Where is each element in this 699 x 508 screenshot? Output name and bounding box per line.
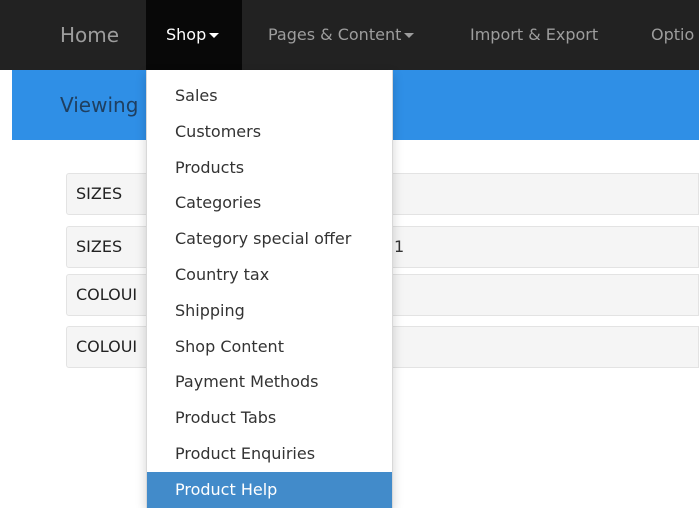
nav-home[interactable]: Home [60, 0, 119, 70]
menu-item-product-help[interactable]: Product Help [147, 471, 392, 508]
row-label: COLOUI [76, 285, 138, 304]
nav-pages-content[interactable]: Pages & Content [268, 0, 415, 70]
row-label: SIZES [76, 184, 123, 203]
caret-down-icon [404, 33, 415, 38]
page: Home Shop Pages & Content Import & Expor… [0, 0, 699, 508]
menu-item-shipping[interactable]: Shipping [147, 293, 392, 329]
menu-item-country-tax[interactable]: Country tax [147, 257, 392, 293]
row-label: SIZES [76, 237, 123, 256]
nav-shop-label: Shop [166, 25, 207, 44]
shop-dropdown-menu: Sales Customers Products Categories Cate… [146, 70, 393, 508]
menu-item-customers[interactable]: Customers [147, 114, 392, 150]
menu-item-categories[interactable]: Categories [147, 185, 392, 221]
nav-pages-label: Pages & Content [268, 25, 402, 44]
menu-item-sales[interactable]: Sales [147, 78, 392, 114]
row-value: 1 [394, 237, 405, 256]
menu-item-products[interactable]: Products [147, 150, 392, 186]
nav-import-export[interactable]: Import & Export [470, 0, 598, 70]
page-title: Viewing [60, 93, 139, 117]
nav-options[interactable]: Optio [651, 0, 694, 70]
row-label: COLOUI [76, 337, 138, 356]
menu-item-product-tabs[interactable]: Product Tabs [147, 400, 392, 436]
menu-item-payment-methods[interactable]: Payment Methods [147, 364, 392, 400]
top-navbar: Home Shop Pages & Content Import & Expor… [0, 0, 699, 70]
menu-item-product-enquiries[interactable]: Product Enquiries [147, 436, 392, 472]
menu-item-shop-content[interactable]: Shop Content [147, 329, 392, 365]
caret-down-icon [209, 33, 220, 38]
menu-item-category-special-offer[interactable]: Category special offer [147, 221, 392, 257]
nav-shop[interactable]: Shop [146, 0, 242, 70]
